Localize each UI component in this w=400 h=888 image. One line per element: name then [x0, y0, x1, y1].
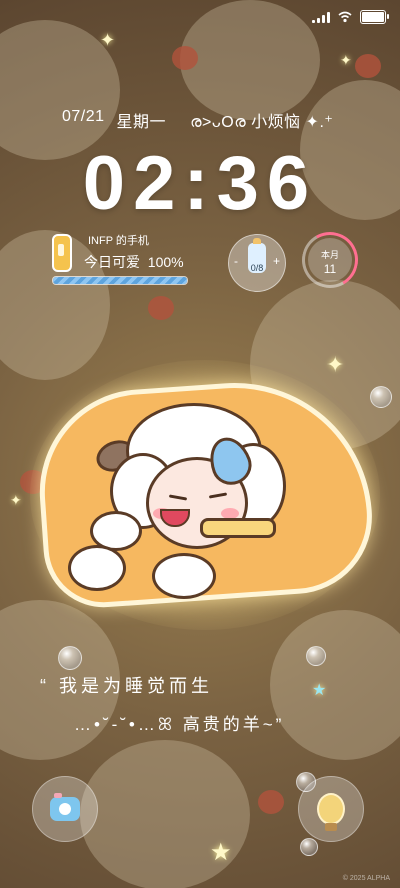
- camera-icon: [50, 793, 80, 821]
- battery-label: 今日可爱: [84, 254, 140, 270]
- weekday-text: 星期一: [116, 114, 167, 131]
- water-bottle-widget[interactable]: - 0/8 +: [228, 234, 286, 292]
- mood-text: ര>ᴗOര 小烦恼 ✦.⁺: [190, 114, 334, 131]
- bubble-decoration: [58, 646, 82, 670]
- star-icon: ★: [312, 682, 327, 699]
- sheep-foot: [68, 545, 126, 591]
- sheep-foot: [152, 553, 216, 599]
- sparkle-icon: ✦: [326, 352, 345, 377]
- battery-progress-bar: [52, 276, 188, 285]
- flashlight-shortcut-button[interactable]: [298, 776, 364, 842]
- background-sheep: [270, 610, 400, 760]
- bubble-decoration: [306, 646, 326, 666]
- quote-line-2: …•˘-˘•…ꕤ 高贵的羊~”: [74, 715, 285, 734]
- sheep-bottle: [200, 518, 276, 538]
- sparkle-icon: ✦: [340, 52, 352, 68]
- month-progress-widget[interactable]: 本月 11: [295, 225, 365, 295]
- apple-decoration: [258, 790, 284, 814]
- sheep-eye: [208, 492, 228, 499]
- battery-status: 今日可爱 100%: [84, 252, 184, 272]
- sleeping-sheep-illustration: [68, 393, 286, 599]
- wifi-icon: [338, 11, 352, 23]
- bottle-plus-button[interactable]: +: [273, 254, 280, 268]
- apple-decoration: [355, 54, 381, 78]
- status-bar: [312, 10, 389, 24]
- sparkle-icon: ✦: [10, 492, 22, 508]
- copyright-text: © 2025 ALPHA: [342, 875, 390, 882]
- battery-progress-fill: [53, 277, 187, 284]
- date-row: 07/21 星期一 ര>ᴗOര 小烦恼 ✦.⁺: [62, 108, 333, 132]
- sparkle-icon: ★: [210, 839, 232, 866]
- bottle-minus-button[interactable]: -: [234, 254, 238, 268]
- date-text: 07/21: [62, 108, 105, 125]
- sparkle-icon: ✦: [100, 30, 116, 50]
- bubble-decoration: [370, 386, 392, 408]
- bubble-decoration: [300, 838, 318, 856]
- signal-icon: [312, 11, 330, 23]
- bottle-count: 0/8: [250, 263, 264, 273]
- sheep-eye: [168, 494, 188, 501]
- lightbulb-icon: [317, 793, 345, 831]
- camera-shortcut-button[interactable]: [32, 776, 98, 842]
- apple-decoration: [148, 296, 174, 320]
- device-owner-label: INFP 的手机: [88, 235, 149, 247]
- month-days: 11: [323, 262, 337, 276]
- quote-line-1: “ 我是为睡觉而生: [40, 676, 213, 696]
- battery-percent: 100%: [147, 254, 184, 270]
- battery-fill: [362, 12, 384, 22]
- phone-icon: [52, 234, 72, 272]
- battery-icon: [360, 10, 389, 24]
- month-label: 本月: [320, 250, 339, 260]
- background-sheep: [180, 0, 320, 120]
- apple-decoration: [172, 46, 198, 70]
- clock-time: 02:36: [82, 141, 318, 226]
